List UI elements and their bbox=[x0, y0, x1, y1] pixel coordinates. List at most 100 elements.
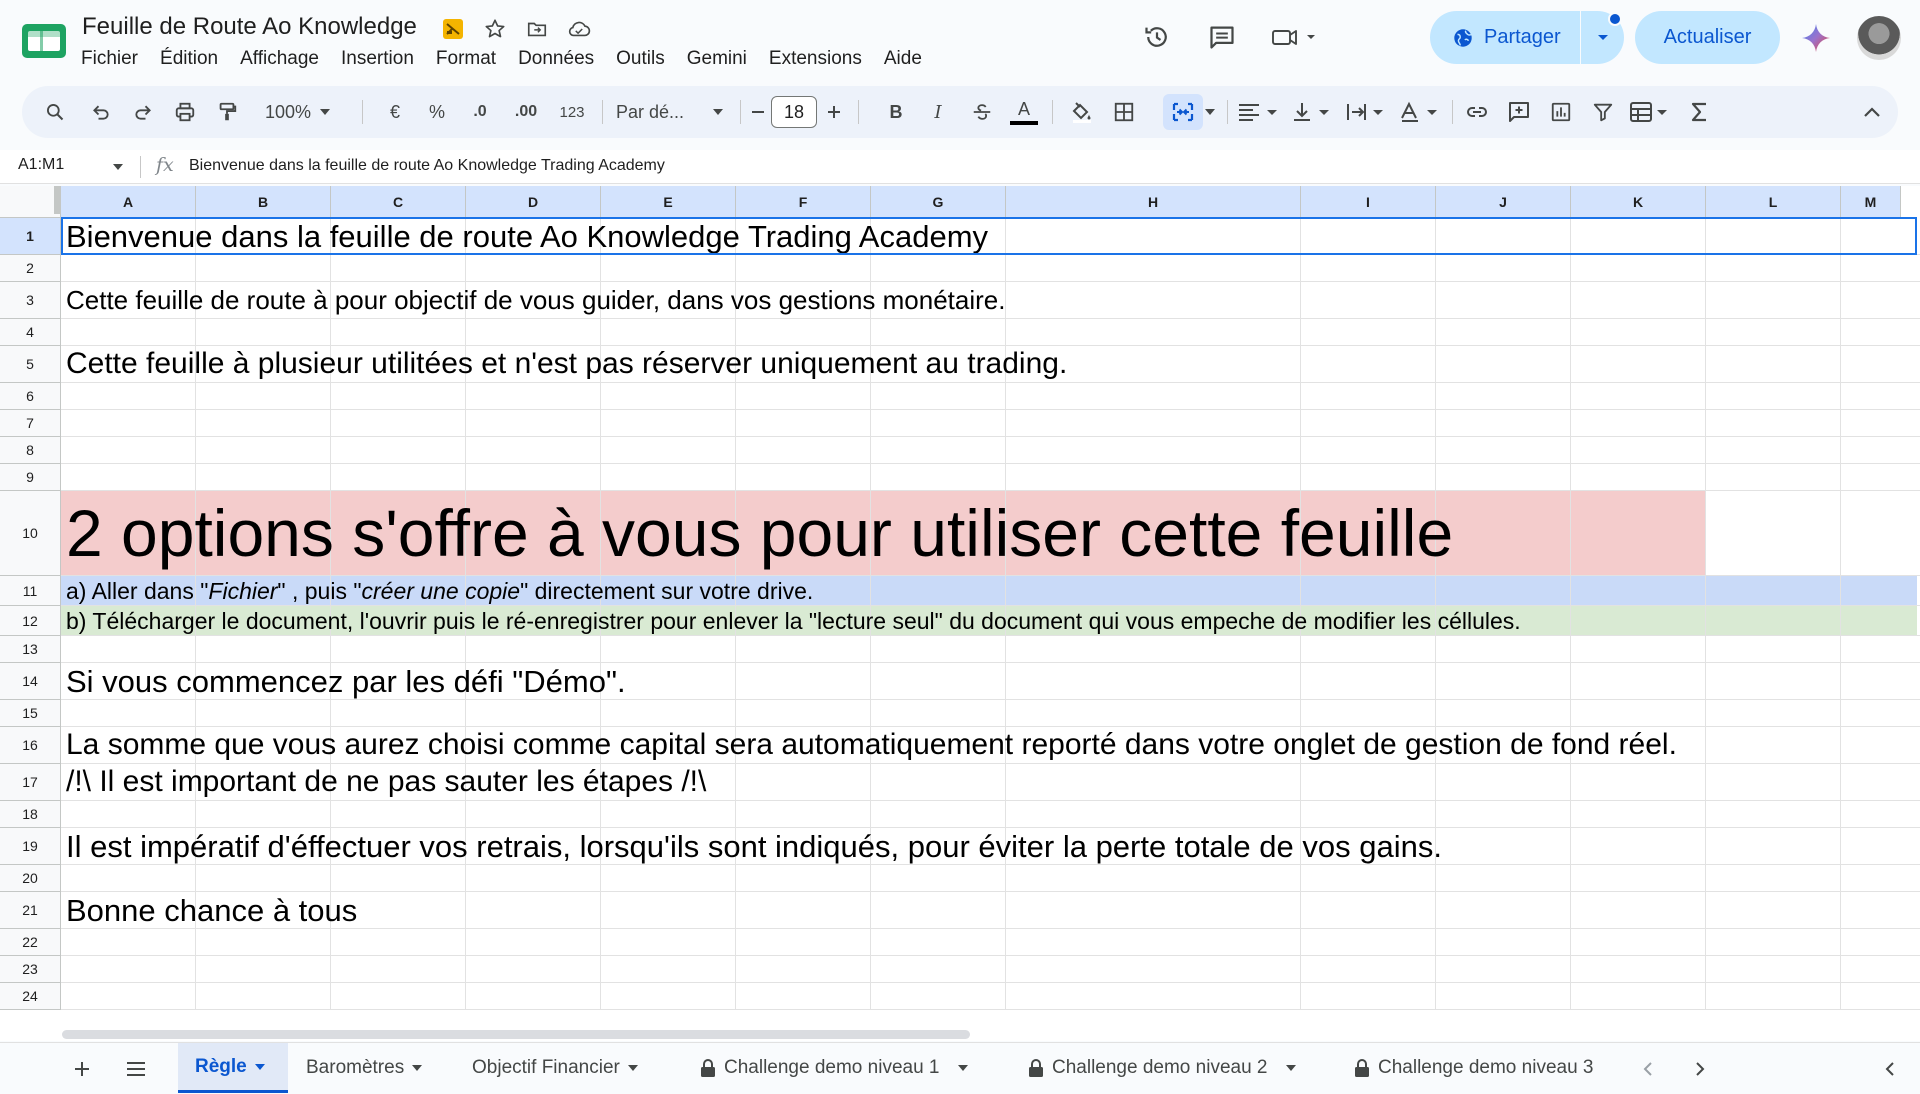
folder-icon[interactable] bbox=[524, 16, 550, 42]
menu-gemini[interactable]: Gemini bbox=[676, 46, 758, 72]
gemini-sparkle-icon[interactable] bbox=[1800, 22, 1832, 54]
row-header-4[interactable]: 4 bbox=[0, 319, 61, 346]
borders-icon[interactable] bbox=[1108, 86, 1140, 138]
add-sheet-icon[interactable] bbox=[66, 1053, 98, 1085]
row-header-5[interactable]: 5 bbox=[0, 346, 61, 383]
horizontal-scrollbar[interactable] bbox=[0, 1027, 1920, 1041]
meet-video-icon[interactable] bbox=[1270, 20, 1320, 54]
menu-format[interactable]: Format bbox=[425, 46, 507, 72]
row-header-17[interactable]: 17 bbox=[0, 764, 61, 801]
fill-color-icon[interactable] bbox=[1066, 86, 1096, 138]
column-header-b[interactable]: B bbox=[196, 186, 331, 218]
horizontal-scrollbar-thumb[interactable] bbox=[62, 1030, 970, 1039]
row-header-9[interactable]: 9 bbox=[0, 464, 61, 491]
print-icon[interactable] bbox=[168, 86, 202, 138]
increase-decimal-button[interactable]: .00 bbox=[506, 86, 546, 138]
format-percent-button[interactable]: % bbox=[422, 86, 452, 138]
name-box[interactable]: A1:M1 bbox=[18, 156, 64, 174]
row-header-23[interactable]: 23 bbox=[0, 956, 61, 983]
row-header-11[interactable]: 11 bbox=[0, 576, 61, 606]
row-header-21[interactable]: 21 bbox=[0, 892, 61, 929]
row-header-6[interactable]: 6 bbox=[0, 383, 61, 410]
menu-fichier[interactable]: Fichier bbox=[70, 46, 149, 72]
update-button[interactable]: Actualiser bbox=[1635, 11, 1780, 64]
chevron-down-icon[interactable] bbox=[627, 1065, 638, 1071]
chevron-down-icon[interactable] bbox=[1285, 1065, 1296, 1071]
insert-link-icon[interactable] bbox=[1460, 86, 1494, 138]
text-wrapping-icon[interactable] bbox=[1342, 86, 1392, 138]
column-header-f[interactable]: F bbox=[736, 186, 871, 218]
row-header-15[interactable]: 15 bbox=[0, 700, 61, 727]
menu-insertion[interactable]: Insertion bbox=[330, 46, 425, 72]
filter-icon[interactable] bbox=[1586, 86, 1620, 138]
row-header-2[interactable]: 2 bbox=[0, 255, 61, 282]
font-dropdown-icon[interactable] bbox=[710, 86, 726, 138]
column-header-e[interactable]: E bbox=[601, 186, 736, 218]
menu-aide[interactable]: Aide bbox=[873, 46, 933, 72]
sheet-tab-challenge-3[interactable]: Challenge demo niveau 3 bbox=[1354, 1043, 1618, 1093]
format-currency-button[interactable]: € bbox=[380, 86, 410, 138]
sheet-tab-barometres[interactable]: Baromètres bbox=[306, 1043, 423, 1093]
table-view-icon[interactable] bbox=[1626, 86, 1676, 138]
chevron-down-icon[interactable] bbox=[412, 1065, 423, 1071]
column-header-m[interactable]: M bbox=[1841, 186, 1901, 218]
column-header-j[interactable]: J bbox=[1436, 186, 1571, 218]
insert-chart-icon[interactable] bbox=[1544, 86, 1578, 138]
scroll-tabs-left-icon[interactable] bbox=[1632, 1053, 1664, 1085]
font-family-select[interactable]: Par dé... bbox=[616, 86, 716, 138]
menu-affichage[interactable]: Affichage bbox=[229, 46, 330, 72]
column-header-a[interactable]: A bbox=[61, 186, 196, 218]
menu-outils[interactable]: Outils bbox=[605, 46, 676, 72]
formula-input[interactable]: Bienvenue dans la feuille de route Ao Kn… bbox=[189, 157, 665, 175]
functions-sigma-icon[interactable] bbox=[1682, 86, 1716, 138]
undo-icon[interactable] bbox=[84, 86, 118, 138]
chevron-down-icon[interactable] bbox=[957, 1065, 968, 1071]
horizontal-align-icon[interactable] bbox=[1234, 86, 1284, 138]
italic-button[interactable]: I bbox=[926, 86, 950, 138]
column-header-g[interactable]: G bbox=[871, 186, 1006, 218]
menu-edition[interactable]: Édition bbox=[149, 46, 229, 72]
sheet-tab-challenge-1[interactable]: Challenge demo niveau 1 bbox=[700, 1043, 968, 1093]
comments-icon[interactable] bbox=[1205, 20, 1239, 54]
search-menus-icon[interactable] bbox=[38, 86, 72, 138]
text-color-button[interactable]: A bbox=[1008, 86, 1040, 138]
vertical-align-icon[interactable] bbox=[1288, 86, 1338, 138]
merge-dropdown-icon[interactable] bbox=[1202, 86, 1218, 138]
menu-extensions[interactable]: Extensions bbox=[758, 46, 873, 72]
font-size-input[interactable]: 18 bbox=[771, 96, 817, 128]
select-all-corner[interactable] bbox=[0, 186, 61, 218]
move-to-folder-icon[interactable] bbox=[440, 16, 466, 42]
cloud-saved-icon[interactable] bbox=[566, 16, 592, 42]
collapse-toolbar-icon[interactable] bbox=[1856, 86, 1888, 138]
side-panel-toggle-icon[interactable] bbox=[1874, 1053, 1906, 1085]
sheets-logo-icon[interactable] bbox=[22, 24, 66, 58]
row-header-8[interactable]: 8 bbox=[0, 437, 61, 464]
column-header-h[interactable]: H bbox=[1006, 186, 1301, 218]
text-rotation-icon[interactable] bbox=[1396, 86, 1446, 138]
user-avatar[interactable] bbox=[1857, 16, 1901, 60]
version-history-icon[interactable] bbox=[1140, 20, 1174, 54]
row-header-3[interactable]: 3 bbox=[0, 282, 61, 319]
more-formats-button[interactable]: 123 bbox=[552, 86, 592, 138]
menu-donnees[interactable]: Données bbox=[507, 46, 605, 72]
paint-format-icon[interactable] bbox=[210, 86, 244, 138]
row-header-22[interactable]: 22 bbox=[0, 929, 61, 956]
row-header-10[interactable]: 10 bbox=[0, 491, 61, 576]
row-header-13[interactable]: 13 bbox=[0, 636, 61, 663]
increase-font-size-icon[interactable] bbox=[824, 86, 844, 138]
column-header-i[interactable]: I bbox=[1301, 186, 1436, 218]
row-header-18[interactable]: 18 bbox=[0, 801, 61, 828]
spreadsheet-grid[interactable]: A B C D E F G H I J K L M 1 2 3 4 5 6 7 8 9 10 11 12 13 14 15 16 17 18… bbox=[0, 186, 1920, 1034]
row-header-16[interactable]: 16 bbox=[0, 727, 61, 764]
sheet-tab-objectif-financier[interactable]: Objectif Financier bbox=[472, 1043, 638, 1093]
column-header-d[interactable]: D bbox=[466, 186, 601, 218]
strikethrough-icon[interactable] bbox=[968, 86, 996, 138]
row-header-19[interactable]: 19 bbox=[0, 828, 61, 865]
decrease-decimal-button[interactable]: .0 bbox=[460, 86, 500, 138]
column-header-c[interactable]: C bbox=[331, 186, 466, 218]
share-button[interactable]: Partager bbox=[1430, 11, 1580, 64]
sheet-tab-regle[interactable]: Règle bbox=[178, 1043, 288, 1093]
name-box-dropdown-icon[interactable] bbox=[112, 163, 124, 171]
redo-icon[interactable] bbox=[126, 86, 160, 138]
document-title[interactable]: Feuille de Route Ao Knowledge bbox=[82, 13, 417, 41]
